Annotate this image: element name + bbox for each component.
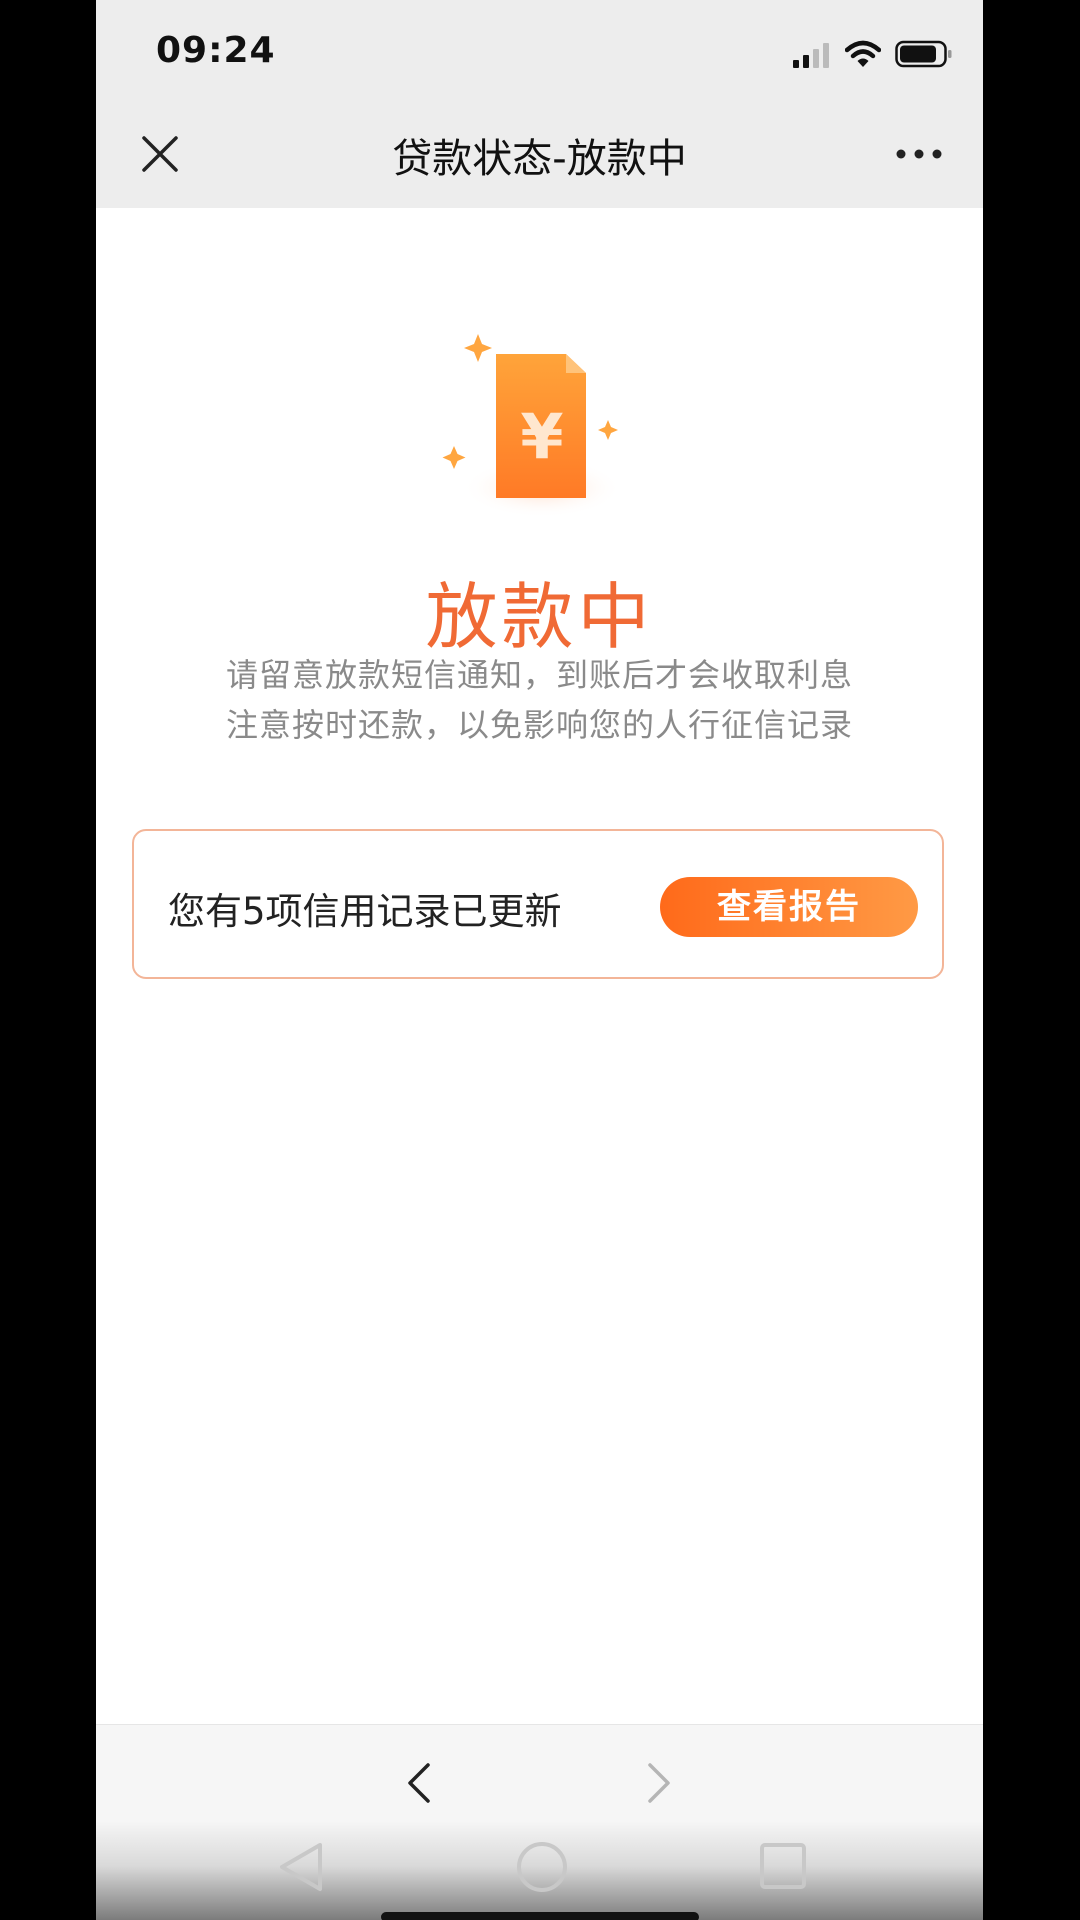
view-report-button[interactable]: 查看报告 — [660, 877, 918, 937]
phone-screen: 09:24 贷款状态-放款中 ¥ 放款中 请留意放款短信通知，到账后才会收取利息… — [96, 0, 983, 1920]
back-arrow-icon[interactable] — [404, 1761, 434, 1805]
status-bar: 09:24 — [96, 0, 983, 100]
notice-line: 注意按时还款，以免影响您的人行征信记录 — [225, 706, 853, 744]
status-icons — [793, 38, 953, 72]
android-back-icon[interactable] — [276, 1839, 326, 1895]
browser-toolbar — [96, 1724, 983, 1920]
wifi-icon — [844, 40, 882, 72]
battery-icon — [895, 40, 953, 72]
credit-record-card: 您有5项信用记录已更新 查看报告 — [132, 829, 944, 979]
notice-line: 请留意放款短信通知，到账后才会收取利息 — [225, 656, 853, 694]
status-heading: 放款中 — [425, 575, 654, 659]
cellular-signal-icon — [793, 42, 831, 72]
main-content: ¥ 放款中 请留意放款短信通知，到账后才会收取利息 注意按时还款，以免影响您的人… — [96, 208, 983, 1724]
credit-record-text: 您有5项信用记录已更新 — [168, 890, 562, 933]
svg-text:¥: ¥ — [520, 400, 563, 473]
nav-bar: 贷款状态-放款中 — [96, 100, 983, 208]
system-nav-bar — [96, 1821, 983, 1920]
status-time: 09:24 — [156, 30, 276, 71]
android-recent-icon[interactable] — [758, 1841, 808, 1891]
forward-arrow-icon[interactable] — [644, 1761, 674, 1805]
android-home-icon[interactable] — [514, 1839, 570, 1895]
yuan-document-icon: ¥ — [426, 318, 646, 548]
more-icon[interactable] — [895, 140, 943, 168]
home-indicator[interactable] — [381, 1912, 699, 1920]
page-title: 贷款状态-放款中 — [392, 136, 687, 182]
